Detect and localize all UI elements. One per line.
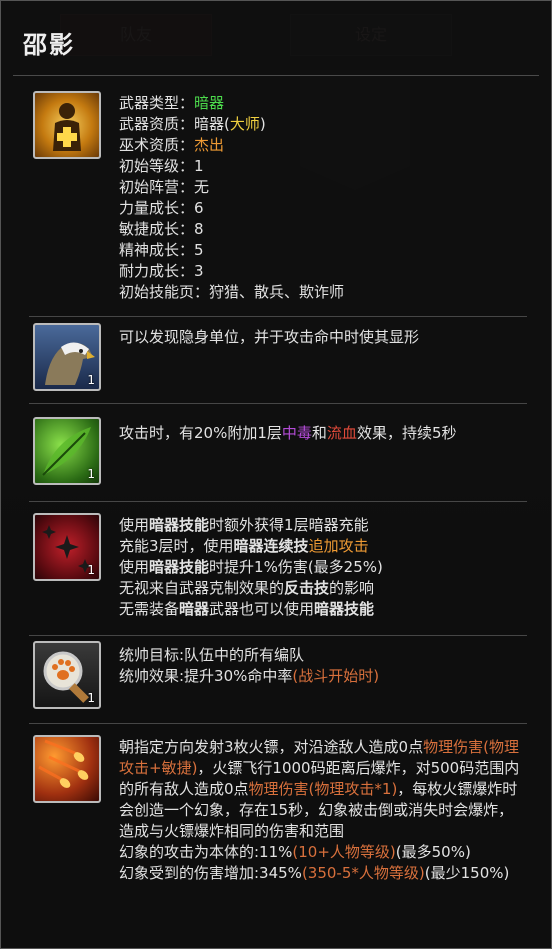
eagle-icon-count: 1 (87, 373, 95, 387)
poison-text-part3: 效果，持续5秒 (356, 424, 457, 442)
initial-skill-pages: 初始技能页：狩猎、散兵、欺诈师 (119, 283, 345, 301)
trait-poison-section: 1 攻击时，有20%附加1层中毒和流血效果，持续5秒 (29, 417, 527, 491)
trait-poison-text: 攻击时，有20%附加1层中毒和流血效果，持续5秒 (119, 423, 523, 444)
hw-line5-b: 暗器 (179, 600, 210, 618)
character-name: 邵影 (23, 31, 75, 59)
section-divider (29, 501, 527, 502)
leadership-text: 统帅目标:队伍中的所有编队 统帅效果:提升30%命中率(战斗开始时) (119, 645, 523, 687)
section-divider (29, 316, 527, 317)
weapon-type-label: 武器类型： (119, 94, 195, 112)
illusion-attack-cap: (最多50%) (395, 843, 471, 861)
section-divider (29, 635, 527, 636)
paw-icon-count: 1 (87, 691, 95, 705)
sorcery-aptitude-label: 巫术资质： (119, 136, 195, 154)
initial-level: 初始等级：1 (119, 157, 204, 175)
fire-darts-icon (33, 735, 101, 803)
hw-line5-c: 武器也可以使用 (209, 600, 315, 618)
hw-line3-a: 使用 (119, 558, 150, 576)
trait-eagle-text: 可以发现隐身单位，并于攻击命中时使其显形 (119, 328, 420, 346)
title-divider (13, 75, 539, 76)
tooltip-panel: 邵影 武器类型：暗器 武器资质：暗器(大师) 巫术资质：杰出 初始等级：1 初始阵营：无… (0, 0, 552, 949)
poison-text-part1: 攻击时，有20%附加1层 (119, 424, 282, 442)
trait-eagle-section: 1 可以发现隐身单位，并于攻击命中时使其显形 (29, 323, 527, 395)
hw-line4-a: 无视来自武器克制效果的 (119, 579, 285, 597)
illusion-attack-ratio: 幻象的攻击为本体的:11% (119, 843, 293, 861)
hw-line4-c: 的影响 (329, 579, 375, 597)
stats-text: 武器类型：暗器武器资质：暗器(大师) 巫术资质：杰出初始等级：1 初始阵营：无 力量成… (119, 93, 523, 303)
leaf-icon: 1 (33, 417, 101, 485)
leadership-effect-timing: (战斗开始时) (292, 667, 380, 685)
skill-fire-darts-section: 朝指定方向发射3枚火镖，对沿途敌人造成0点物理伤害(物理攻击+敏捷)，火镖飞行1… (29, 733, 527, 933)
poison-keyword: 中毒 (281, 424, 312, 442)
hw-line1-c: 时额外获得1层暗器充能 (209, 516, 369, 534)
initial-faction: 初始阵营：无 (119, 178, 210, 196)
hw-line5-a: 无需装备 (119, 600, 180, 618)
trait-hidden-weapon-text: 使用暗器技能时额外获得1层暗器充能 充能3层时，使用暗器连续技追加攻击 使用暗器技能… (119, 515, 523, 620)
hw-line2-c: 追加攻击 (308, 537, 369, 555)
weapon-aptitude-value: 暗器( (194, 115, 230, 133)
trait-hidden-weapon-section: 1 使用暗器技能时额外获得1层暗器充能 充能3层时，使用暗器连续技追加攻击 使用暗器… (29, 511, 527, 626)
section-divider (29, 723, 527, 724)
skill-fire-darts-text: 朝指定方向发射3枚火镖，对沿途敌人造成0点物理伤害(物理攻击+敏捷)，火镖飞行1… (119, 737, 523, 884)
eagle-icon: 1 (33, 323, 101, 391)
illusion-attack-formula: (10+人物等级) (292, 843, 396, 861)
skill-desc-part1: 朝指定方向发射3枚火镖，对沿途敌人造成0点 (119, 738, 424, 756)
illusion-damage-floor: (最少150%) (424, 864, 510, 882)
spirit-growth: 精神成长：5 (119, 241, 204, 259)
poison-text-part2: 和 (311, 424, 327, 442)
sorcery-aptitude-value: 杰出 (194, 136, 225, 154)
hw-line3-b: 暗器技能 (149, 558, 210, 576)
illusion-damage-taken: 幻象受到的伤害增加:345% (119, 864, 302, 882)
leadership-section: 1 统帅目标:队伍中的所有编队 统帅效果:提升30%命中率(战斗开始时) (29, 641, 527, 713)
leadership-target: 统帅目标:队伍中的所有编队 (119, 646, 305, 664)
hw-line2-a: 充能3层时，使用 (119, 537, 234, 555)
hw-line3-c: 时提升1%伤害(最多25%) (209, 558, 383, 576)
weapon-aptitude-close: ) (259, 115, 266, 133)
leaf-icon-count: 1 (87, 467, 95, 481)
bleed-keyword: 流血 (326, 424, 357, 442)
illusion-damage-formula: (350-5*人物等级) (301, 864, 425, 882)
agility-growth: 敏捷成长：8 (119, 220, 204, 238)
weapon-aptitude-grade: 大师 (229, 115, 260, 133)
hw-line5-d: 暗器技能 (314, 600, 375, 618)
stamina-growth: 耐力成长：3 (119, 262, 204, 280)
strength-growth: 力量成长：6 (119, 199, 204, 217)
weapon-aptitude-label: 武器资质： (119, 115, 195, 133)
sun-figure-icon (33, 91, 101, 159)
shuriken-icon-count: 1 (87, 563, 95, 577)
hw-line1-a: 使用 (119, 516, 150, 534)
leadership-effect: 统帅效果:提升30%命中率 (119, 667, 293, 685)
hw-line4-b: 反击技 (284, 579, 330, 597)
skill-damage-formula-2: 物理伤害(物理攻击*1) (248, 780, 398, 798)
weapon-type-value: 暗器 (194, 94, 225, 112)
stats-section: 武器类型：暗器武器资质：暗器(大师) 巫术资质：杰出初始等级：1 初始阵营：无 力量成… (29, 89, 527, 309)
shuriken-icon: 1 (33, 513, 101, 581)
hw-line2-b: 暗器连续技 (233, 537, 309, 555)
paw-magnifier-icon: 1 (33, 641, 101, 709)
section-divider (29, 403, 527, 404)
hw-line1-b: 暗器技能 (149, 516, 210, 534)
